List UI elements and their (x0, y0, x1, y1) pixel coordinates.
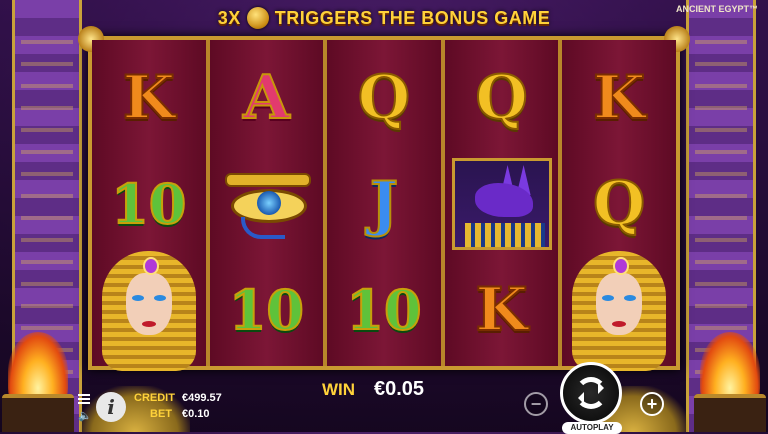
symbol-k: K (474, 275, 528, 345)
info-button[interactable]: i (96, 392, 126, 422)
autoplay-button[interactable]: AUTOPLAY (562, 422, 622, 434)
bet-label: BET (150, 408, 172, 420)
cleopatra-icon (94, 245, 204, 375)
reel-cell: Q (327, 44, 441, 152)
symbol-10: 10 (345, 278, 422, 342)
game-title: ANCIENT EGYPT™ (675, 4, 758, 14)
reel-2: A 10 (209, 40, 328, 366)
anubis-icon (451, 158, 552, 250)
reel-frame: K 10 A 10 Q J 10 QK KQ (78, 26, 690, 371)
symbol-j: J (369, 169, 399, 239)
win-label: WIN (322, 380, 356, 399)
increase-bet-button[interactable]: + (640, 392, 664, 416)
symbol-10: 10 (110, 172, 187, 236)
win-value: €0.05 (374, 378, 425, 400)
banner-prefix: 3X (217, 7, 241, 28)
reel-cell: K (92, 44, 206, 152)
menu-icon[interactable] (78, 394, 90, 404)
reel-cell: Q (445, 44, 559, 152)
reel-cell: A (210, 44, 324, 152)
reel-cell (562, 251, 676, 371)
spin-arrows-icon (575, 377, 607, 409)
bottom-hud: 🔈 i CREDIT €499.57 BET €0.10 WIN €0.05 −… (0, 362, 768, 434)
symbol-q: Q (474, 63, 528, 133)
reel-3: Q J 10 (327, 40, 445, 366)
reel-cell (210, 150, 324, 258)
reel-cell: K (562, 44, 676, 152)
reel-4: QK (444, 40, 563, 366)
reel-cell: K (445, 256, 559, 364)
symbol-k: K (122, 63, 176, 133)
symbol-k: K (592, 63, 646, 133)
bonus-banner: 3X TRIGGERS THE BONUS GAME (0, 4, 768, 32)
reel-5: KQ (562, 40, 676, 371)
bet-value: €0.10 (182, 408, 210, 420)
reel-cell: J (327, 150, 441, 258)
symbol-10: 10 (228, 278, 305, 342)
reels-area: K 10 A 10 Q J 10 QK KQ (92, 40, 676, 371)
reel-cell: Q (562, 150, 676, 258)
speaker-icon[interactable]: 🔈 (78, 410, 92, 422)
banner-suffix: TRIGGERS THE BONUS GAME (274, 7, 551, 28)
reel-cell (92, 251, 206, 371)
reel-cell: 10 (210, 256, 324, 364)
credit-label: CREDIT (134, 392, 175, 404)
symbol-q: Q (592, 169, 646, 239)
decrease-bet-button[interactable]: − (524, 392, 548, 416)
credit-value: €499.57 (182, 392, 222, 404)
reel-cell: 10 (327, 256, 441, 364)
reel-1: K 10 (92, 40, 210, 371)
eye-of-horus-icon (221, 169, 312, 239)
cleopatra-icon (564, 245, 674, 375)
spin-button[interactable] (560, 362, 622, 424)
symbol-a: A (242, 63, 291, 133)
reel-cell: 10 (92, 150, 206, 258)
reel-cell (445, 150, 559, 258)
scarab-coin-icon (246, 7, 269, 29)
symbol-q: Q (357, 63, 411, 133)
